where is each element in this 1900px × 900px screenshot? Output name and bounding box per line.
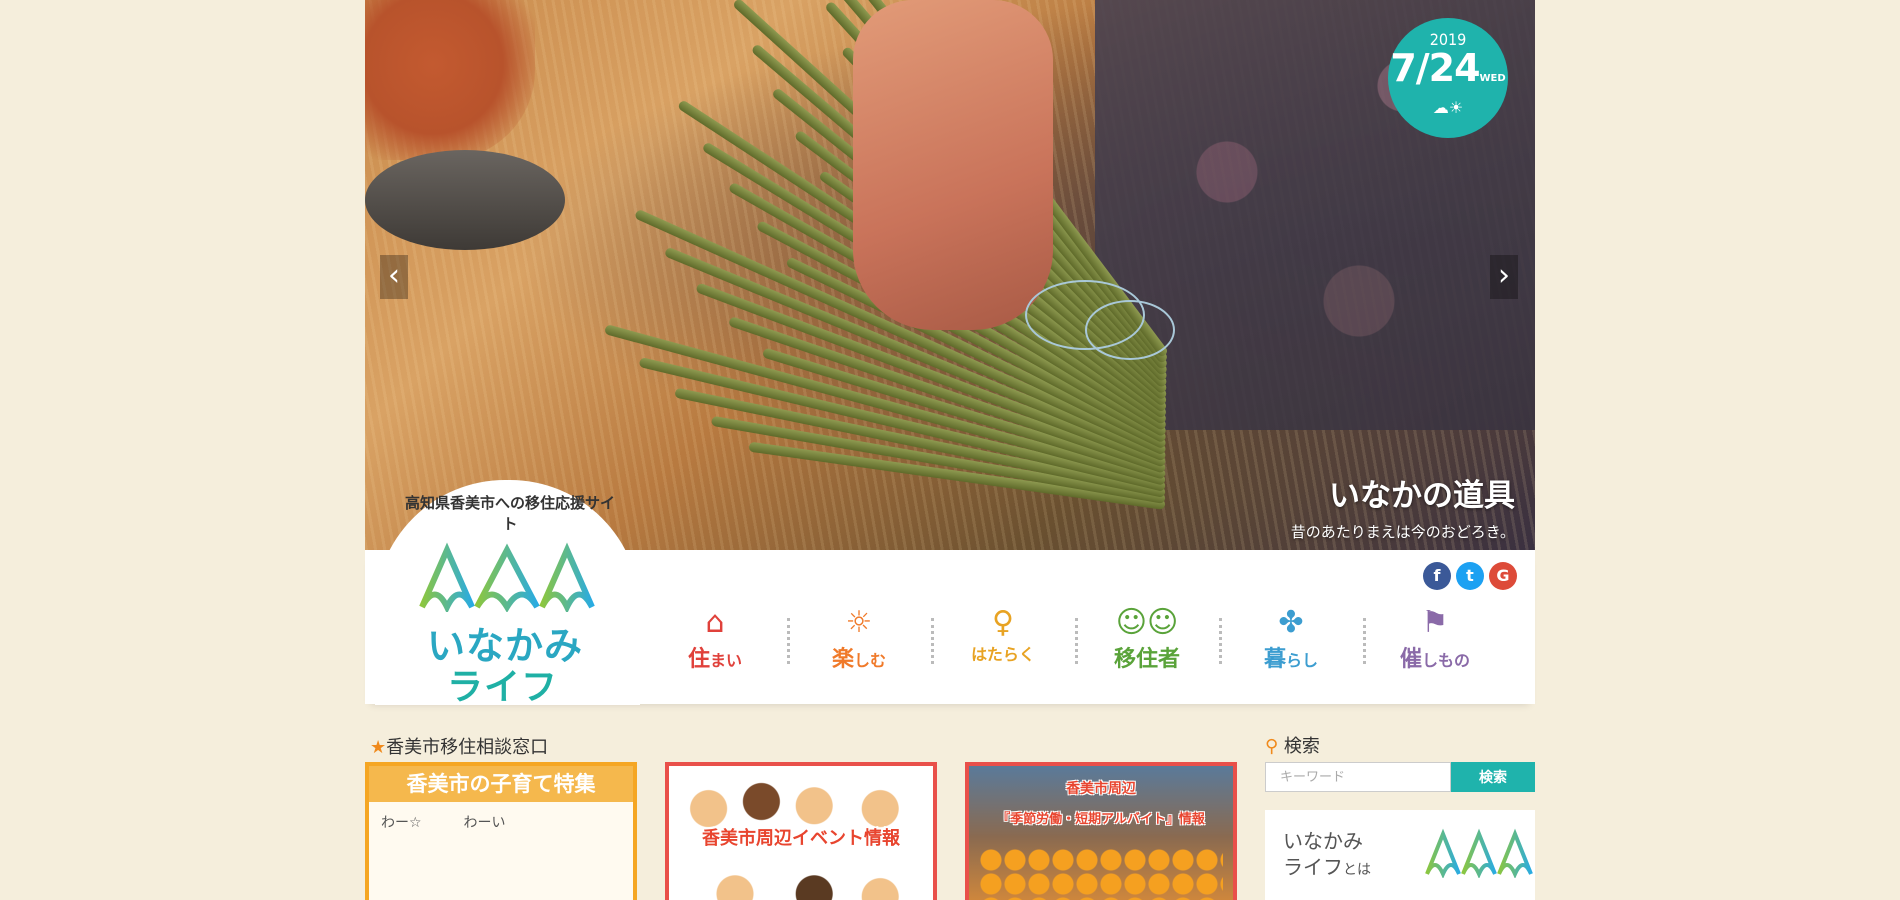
card-events-title: 香美市周辺イベント情報 [702, 828, 900, 849]
flag-icon: ⚑ [1421, 605, 1449, 640]
faces-icon: ☺☺ [1115, 605, 1179, 640]
logo-name-line2: ライフ [447, 667, 559, 708]
date-weekday: WED [1479, 73, 1506, 84]
hero-rock [365, 150, 565, 250]
google-icon[interactable]: G [1489, 562, 1517, 590]
hero-slider[interactable] [365, 0, 1535, 550]
nav-item-5[interactable]: ⚑ 催しもの [1380, 605, 1490, 673]
nav-separator [931, 618, 934, 664]
card-events[interactable]: 香美市周辺イベント情報 [665, 762, 937, 900]
nav-item-label: 住まい [687, 647, 743, 672]
hero-hand [853, 0, 1053, 330]
house-icon: ⌂ [705, 605, 725, 640]
facebook-icon[interactable]: f [1423, 562, 1451, 590]
about-text: いなかみ ライフとは [1283, 829, 1371, 879]
hero-caption[interactable]: いなかの道具 昔のあたりまえは今のおどろき。 [1291, 470, 1515, 542]
logo-tagline: 高知県香美市への移住応援サイト [405, 494, 616, 533]
card-seasonal-work-image [979, 848, 1223, 900]
nav-item-label: はたらく [971, 645, 1035, 664]
nav-separator [787, 618, 790, 664]
hero-string [1085, 300, 1175, 360]
nav-item-0[interactable]: ⌂ 住まい [660, 605, 770, 673]
next-slide-button[interactable]: › [1490, 255, 1518, 299]
date-badge: 2019 7/24WED ☁☀ [1388, 18, 1508, 138]
search-icon: ⚲ [1265, 736, 1279, 757]
sun-icon: ☼ [845, 605, 873, 640]
nav-item-3[interactable]: ☺☺ 移住者 [1092, 605, 1202, 673]
nav-item-label: 暮らし [1263, 647, 1319, 672]
section-title: ★香美市移住相談窓口 [370, 737, 549, 758]
site-logo[interactable]: 高知県香美市への移住応援サイト いなかみ ライフ [375, 480, 640, 708]
search-button[interactable]: 検索 [1451, 762, 1535, 792]
nav-item-label: 催しもの [1399, 647, 1471, 672]
about-logo-icon [1425, 828, 1533, 878]
card-childcare-doodle: わー☆ わーい [381, 815, 506, 831]
nav-item-4[interactable]: ✤ 暮らし [1236, 605, 1346, 673]
nav-item-1[interactable]: ☼ 楽しむ [804, 605, 914, 673]
card-childcare-title: 香美市の子育て特集 [369, 766, 633, 802]
nav-separator [1363, 618, 1366, 664]
search-input[interactable] [1265, 762, 1451, 792]
nav-item-2[interactable]: ♀ はたらく [948, 605, 1058, 666]
hero-caption-title: いなかの道具 [1329, 478, 1515, 514]
hero-caption-subtitle: 昔のあたりまえは今のおどろき。 [1290, 523, 1515, 541]
cloud-sun-icon: ☁☀ [1432, 98, 1464, 117]
card-seasonal-work-title-top: 香美市周辺 [1066, 781, 1136, 797]
clover-icon: ✤ [1278, 605, 1304, 640]
date-month-day: 7/24WED [1390, 46, 1506, 90]
search-heading: ⚲ 検索 [1265, 736, 1320, 757]
nav-separator [1075, 618, 1078, 664]
nav-item-label: 楽しむ [831, 647, 887, 672]
person-icon: ♀ [992, 605, 1014, 640]
card-childcare[interactable]: 香美市の子育て特集 わー☆ わーい [365, 762, 637, 900]
about-banner[interactable]: いなかみ ライフとは [1265, 810, 1535, 900]
card-seasonal-work[interactable]: 香美市周辺 『季節労働・短期アルバイト』情報 [965, 762, 1237, 900]
logo-drops-icon [419, 542, 595, 612]
prev-slide-button[interactable]: ‹ [380, 255, 408, 299]
nav-item-label: 移住者 [1113, 647, 1180, 672]
twitter-icon[interactable]: t [1456, 562, 1484, 590]
nav-separator [1219, 618, 1222, 664]
star-icon: ★ [370, 737, 387, 758]
card-seasonal-work-title-bottom: 『季節労働・短期アルバイト』情報 [997, 812, 1205, 827]
